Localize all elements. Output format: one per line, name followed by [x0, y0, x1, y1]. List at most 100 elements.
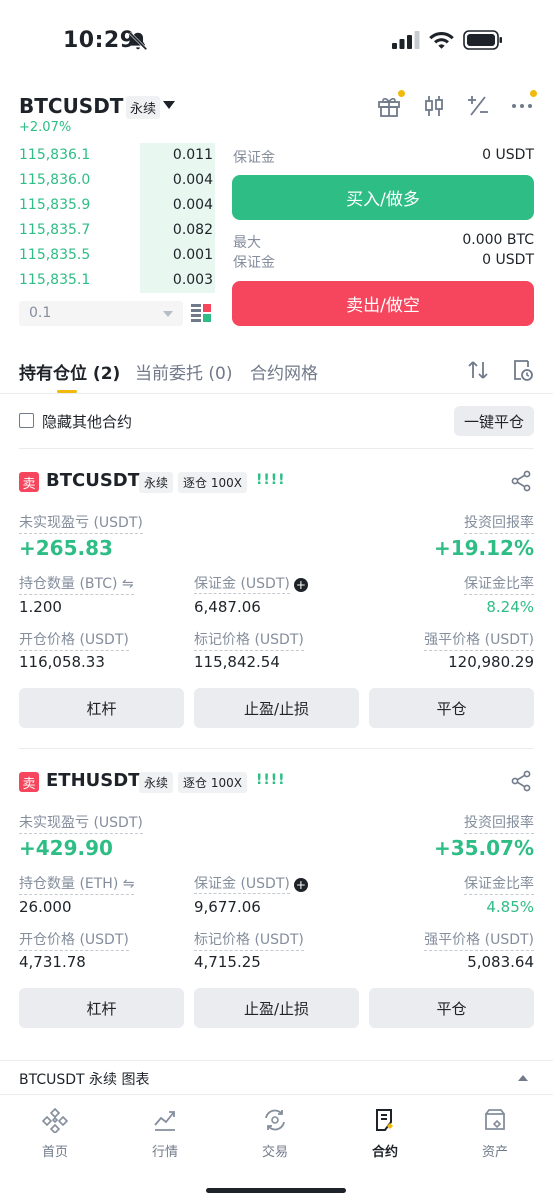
entry-price-label[interactable]: 开仓价格 (USDT): [19, 629, 129, 651]
size-value: 1.200: [19, 598, 62, 616]
share-icon[interactable]: [510, 770, 532, 792]
calculator-icon[interactable]: [465, 93, 491, 119]
perp-badge: 永续: [126, 96, 161, 119]
tab-open-orders[interactable]: 当前委托 (0): [135, 359, 232, 384]
orderbook-row[interactable]: 0.011 115,836.1: [0, 143, 215, 168]
orderbook-price: 115,835.1: [19, 272, 91, 288]
orderbook-view-icon[interactable]: [190, 302, 212, 324]
buy-margin-value: 0 USDT: [482, 147, 534, 163]
pnl-value: +429.90: [19, 836, 113, 860]
tab-futures-grid[interactable]: 合约网格: [250, 359, 318, 384]
add-margin-icon[interactable]: +: [293, 878, 308, 892]
signal-icon: [392, 31, 420, 49]
liq-price-label[interactable]: 强平价格 (USDT): [424, 629, 534, 651]
orderbook-row[interactable]: 0.001 115,835.5: [0, 243, 215, 268]
margin-mode-chip[interactable]: 逐仓 100X: [178, 772, 247, 793]
close-position-button[interactable]: 平仓: [369, 988, 534, 1028]
orderbook-price: 115,835.5: [19, 247, 91, 263]
hide-other-checkbox[interactable]: [19, 413, 34, 428]
orderbook-row[interactable]: 0.003 115,835.1: [0, 268, 215, 293]
sort-icon[interactable]: [466, 358, 490, 382]
close-all-button[interactable]: 一键平仓: [454, 406, 534, 436]
roi-label[interactable]: 投资回报率: [464, 512, 534, 534]
leverage-button[interactable]: 杠杆: [19, 688, 184, 728]
battery-icon: [463, 30, 502, 50]
bell-muted-icon: [128, 31, 148, 51]
sell-short-button[interactable]: 卖出/做空: [232, 281, 534, 326]
orderbook-row[interactable]: 0.082 115,835.7: [0, 218, 215, 243]
size-value: 26.000: [19, 898, 72, 916]
mark-price-label[interactable]: 标记价格 (USDT): [194, 629, 304, 651]
sell-side-tag: 卖: [19, 772, 39, 792]
close-position-button[interactable]: 平仓: [369, 688, 534, 728]
mark-price-label[interactable]: 标记价格 (USDT): [194, 929, 304, 951]
size-label[interactable]: 持仓数量 (ETH) ⇋: [19, 873, 135, 895]
futures-icon: [376, 1109, 393, 1131]
roi-value: +19.12%: [433, 536, 534, 560]
status-bar: 10:29: [0, 0, 553, 84]
nav-assets[interactable]: 资产: [440, 1095, 550, 1165]
notification-dot: [398, 90, 405, 97]
share-icon[interactable]: [510, 470, 532, 492]
position-symbol[interactable]: ETHUSDT: [46, 770, 140, 791]
nav-trade[interactable]: 交易: [220, 1095, 330, 1165]
leverage-button[interactable]: 杠杆: [19, 988, 184, 1028]
tpsl-button[interactable]: 止盈/止损: [194, 688, 359, 728]
pnl-label[interactable]: 未实现盈亏 (USDT): [19, 512, 143, 534]
liq-price-label[interactable]: 强平价格 (USDT): [424, 929, 534, 951]
depth-select[interactable]: 0.1: [19, 301, 183, 326]
hide-other-label[interactable]: 隐藏其他合约: [42, 411, 132, 432]
entry-price-value: 4,731.78: [19, 953, 86, 971]
size-label[interactable]: 持仓数量 (BTC) ⇋: [19, 573, 134, 595]
margin-ratio-label[interactable]: 保证金比率: [464, 873, 534, 895]
markets-icon: [154, 1111, 175, 1131]
pair-title[interactable]: BTCUSDT: [19, 94, 123, 118]
pnl-label[interactable]: 未实现盈亏 (USDT): [19, 812, 143, 834]
add-margin-icon[interactable]: +: [293, 578, 308, 592]
nav-futures[interactable]: 合约: [330, 1095, 440, 1165]
nav-label: 合约: [371, 1145, 398, 1160]
margin-ratio-value: 8.24%: [486, 598, 534, 616]
tpsl-button[interactable]: 止盈/止损: [194, 988, 359, 1028]
chevron-down-icon[interactable]: [163, 101, 175, 109]
more-icon[interactable]: [509, 93, 535, 119]
history-icon[interactable]: [510, 358, 534, 382]
gift-icon[interactable]: [376, 93, 402, 119]
margin-ratio-label[interactable]: 保证金比率: [464, 573, 534, 595]
position-card: 卖 BTCUSDT 永续 逐仓 100X !!!! 未实现盈亏 (USDT) +…: [0, 470, 553, 752]
orderbook-row[interactable]: 0.004 115,836.0: [0, 168, 215, 193]
pnl-value: +265.83: [19, 536, 113, 560]
margin-value: 9,677.06: [194, 898, 261, 916]
perp-badge: 永续: [139, 472, 174, 493]
entry-price-label[interactable]: 开仓价格 (USDT): [19, 929, 129, 951]
chevron-up-icon[interactable]: [518, 1075, 528, 1081]
position-symbol[interactable]: BTCUSDT: [46, 470, 140, 491]
position-card: 卖 ETHUSDT 永续 逐仓 100X !!!! 未实现盈亏 (USDT) +…: [0, 770, 553, 1052]
margin-label[interactable]: 保证金 (USDT): [194, 576, 290, 594]
mark-price-value: 4,715.25: [194, 953, 261, 971]
adl-indicator: !!!!: [256, 472, 286, 488]
bottom-nav: 首页 行情 交易 合约 资产: [0, 1094, 553, 1200]
notification-dot: [530, 90, 537, 97]
trade-icon: [265, 1109, 285, 1131]
perp-badge: 永续: [139, 772, 174, 793]
sell-side-tag: 卖: [19, 472, 39, 492]
chevron-down-icon: [163, 311, 173, 317]
buy-long-button[interactable]: 买入/做多: [232, 175, 534, 220]
wifi-icon: [429, 32, 454, 49]
candlestick-icon[interactable]: [421, 93, 447, 119]
margin-mode-chip[interactable]: 逐仓 100X: [178, 472, 247, 493]
orderbook-qty: 0.003: [172, 272, 213, 288]
price-change: +2.07%: [19, 120, 72, 135]
margin-label[interactable]: 保证金 (USDT): [194, 876, 290, 894]
orderbook-row[interactable]: 0.004 115,835.9: [0, 193, 215, 218]
roi-label[interactable]: 投资回报率: [464, 812, 534, 834]
roi-value: +35.07%: [433, 836, 534, 860]
tab-positions[interactable]: 持有仓位 (2): [19, 359, 120, 384]
chart-strip[interactable]: BTCUSDT 永续 图表: [0, 1060, 553, 1094]
nav-home[interactable]: 首页: [0, 1095, 110, 1165]
sell-margin-value: 0 USDT: [482, 252, 534, 268]
nav-markets[interactable]: 行情: [110, 1095, 220, 1165]
home-icon: [42, 1107, 68, 1133]
nav-label: 交易: [261, 1145, 288, 1160]
